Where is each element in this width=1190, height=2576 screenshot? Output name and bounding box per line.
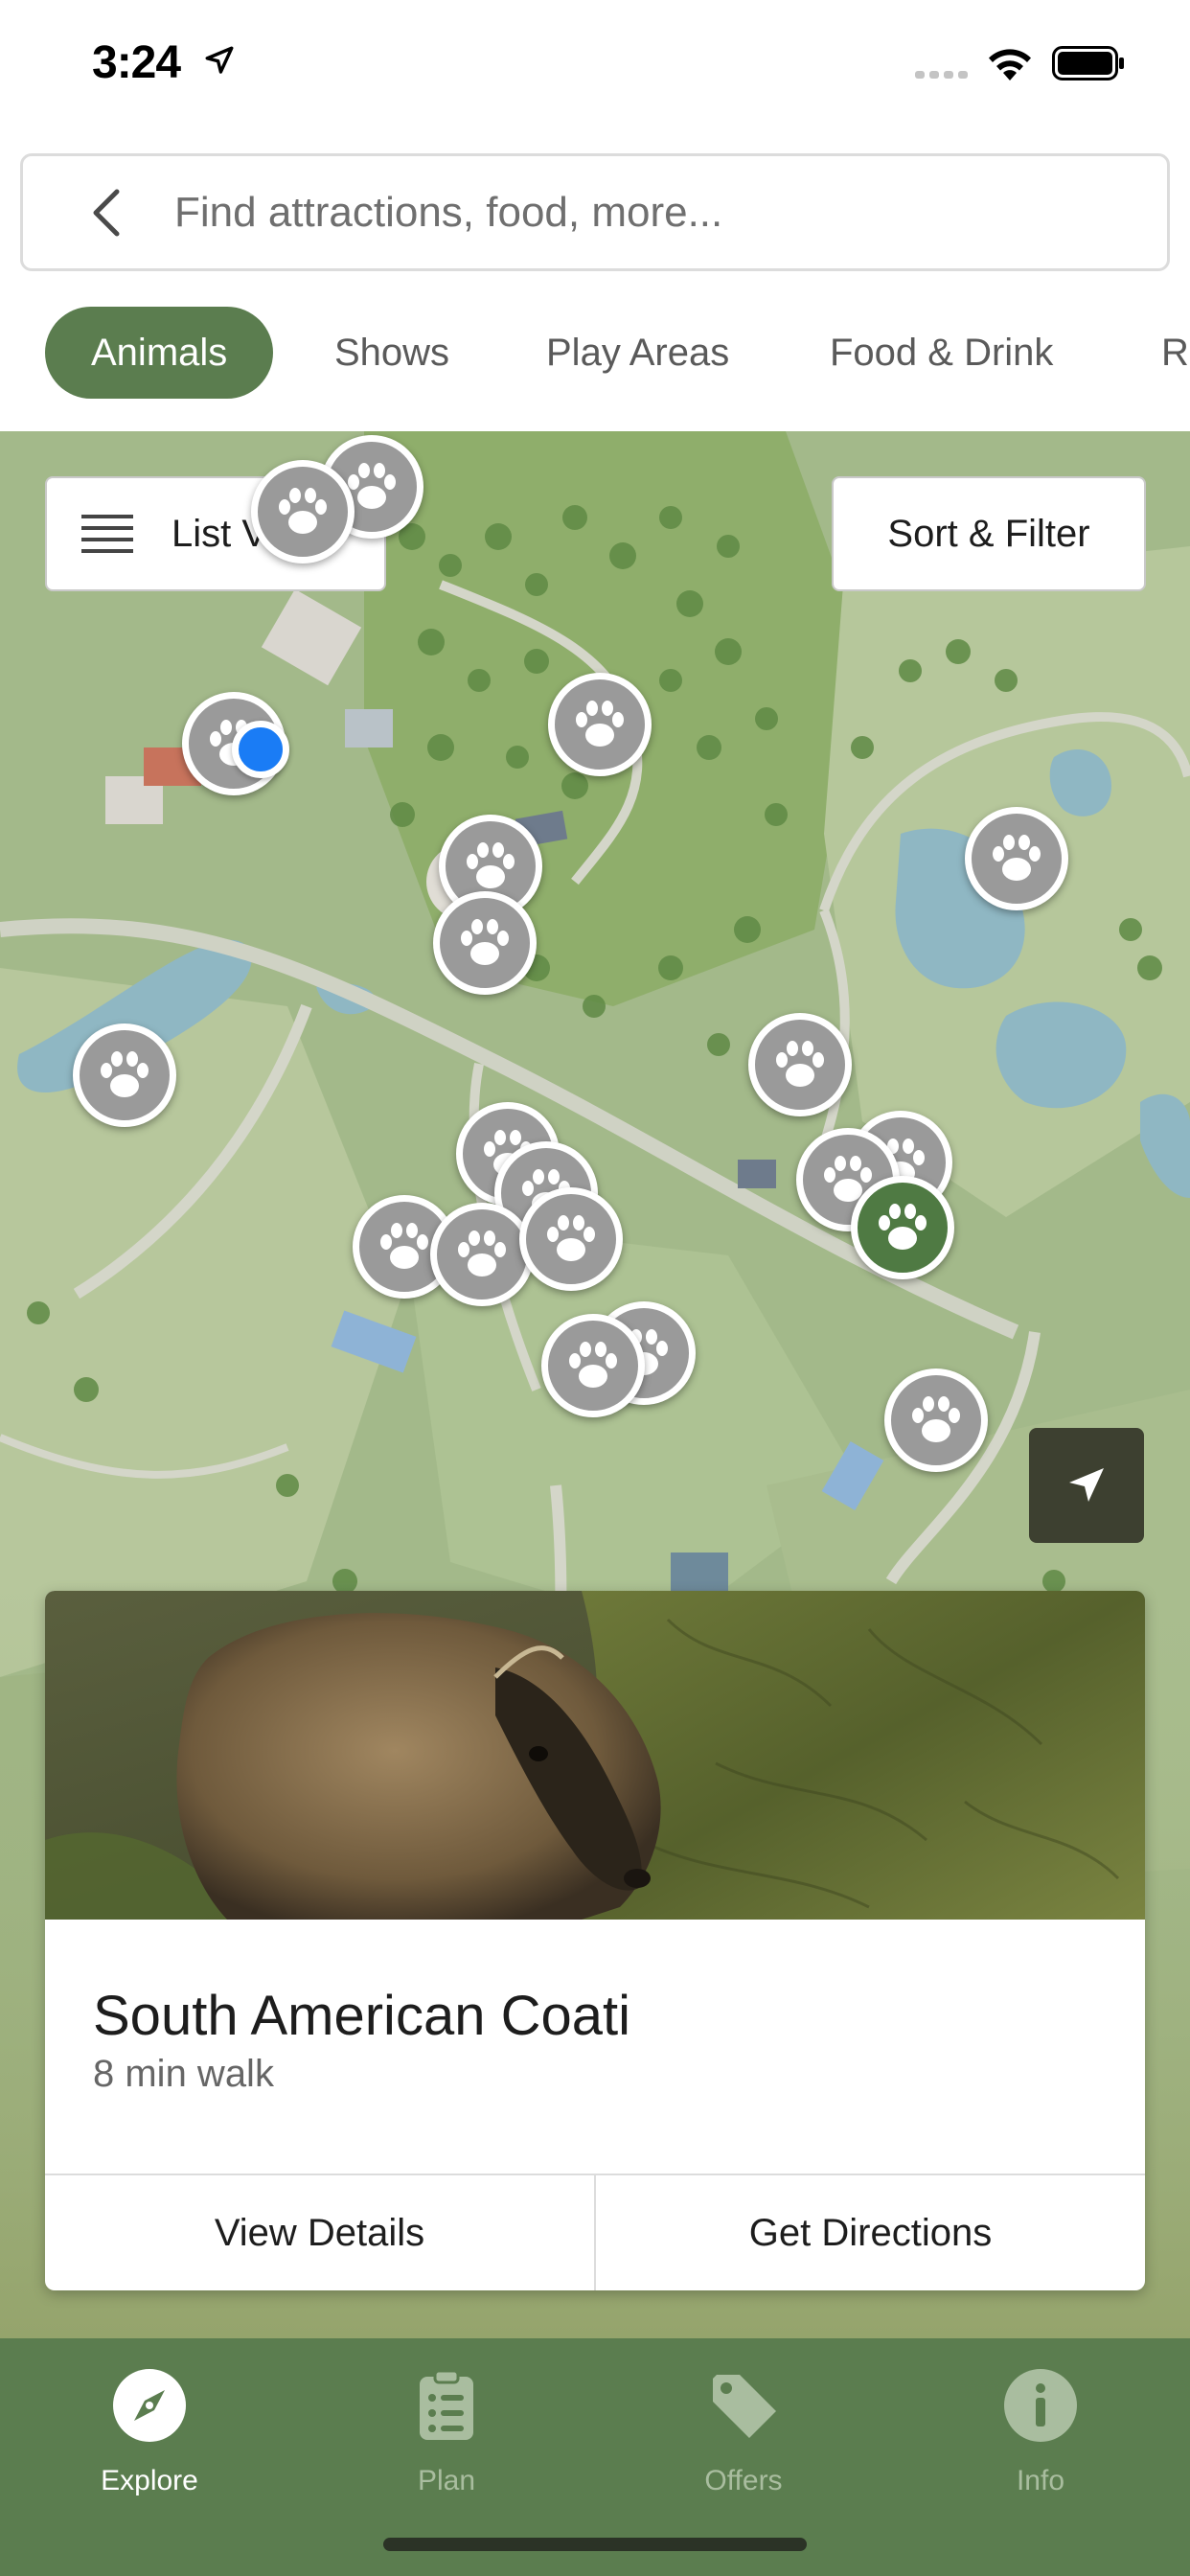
get-directions-button[interactable]: Get Directions [594,2175,1145,2290]
tab-plan[interactable]: Plan [332,2356,561,2518]
paw-icon [912,1396,960,1442]
paw-icon [467,842,515,888]
attraction-card[interactable]: South American Coati 8 min walk View Det… [45,1591,1145,2290]
info-icon [1004,2369,1077,2442]
animal-marker[interactable] [548,673,652,776]
home-indicator [383,2538,807,2551]
animal-marker[interactable] [748,1013,852,1116]
animal-marker[interactable] [433,891,537,995]
card-actions: View Details Get Directions [45,2174,1145,2290]
attraction-title: South American Coati [93,1985,630,2047]
paw-icon [101,1051,149,1097]
category-chip-animals[interactable]: Animals [45,307,274,399]
coati-photo [45,1591,1145,1920]
list-icon [81,515,133,553]
animal-marker[interactable] [541,1314,645,1417]
animal-marker[interactable] [884,1368,988,1472]
tab-plan-label: Plan [417,2465,476,2496]
category-chip-food-drink[interactable]: Food & Drink [830,307,1053,399]
walk-time: 8 min walk [93,2053,274,2095]
tab-explore[interactable]: Explore [34,2356,264,2518]
paw-icon [547,1215,595,1261]
paw-icon [569,1342,617,1388]
tag-icon [713,2375,776,2438]
paw-icon [576,701,624,747]
tab-info[interactable]: Info [926,2356,1156,2518]
paw-icon [380,1223,428,1269]
category-filter-bar: Animals Shows Play Areas Food & Drink Re [0,288,1190,431]
cellular-signal-icon [915,71,968,79]
category-chip-partial[interactable]: Re [1161,307,1190,399]
sort-filter-label: Sort & Filter [887,512,1090,555]
status-time: 3:24 [92,37,181,88]
tab-offers[interactable]: Offers [629,2356,858,2518]
view-details-button[interactable]: View Details [45,2175,594,2290]
tab-explore-label: Explore [101,2465,198,2496]
animal-marker[interactable] [73,1024,176,1127]
paw-icon [458,1230,506,1276]
tab-offers-label: Offers [704,2465,783,2496]
location-arrow-icon [205,46,234,74]
sort-filter-button[interactable]: Sort & Filter [832,476,1146,591]
animal-marker[interactable] [251,460,355,564]
navigation-arrow-icon [1069,1468,1104,1502]
paw-icon [879,1204,927,1250]
paw-icon [776,1041,824,1087]
compass-icon [113,2369,186,2442]
paw-icon [461,919,509,965]
wifi-icon [989,49,1031,80]
battery-icon [1052,46,1124,80]
paw-icon [279,488,327,534]
back-chevron-icon[interactable] [80,184,138,242]
animal-marker[interactable] [965,807,1068,910]
search-bar[interactable] [20,153,1170,271]
clipboard-list-icon [420,2369,473,2440]
paw-icon [993,835,1041,881]
animal-marker[interactable] [519,1187,623,1291]
category-chip-shows[interactable]: Shows [334,307,449,399]
category-chip-play-areas[interactable]: Play Areas [546,307,729,399]
animal-marker[interactable] [430,1203,534,1306]
user-location-dot [232,721,289,778]
locate-me-button[interactable] [1029,1428,1144,1543]
tab-info-label: Info [1016,2465,1065,2496]
selected-animal-marker[interactable] [851,1176,954,1279]
search-input[interactable] [174,188,1037,237]
status-bar: 3:24 [0,0,1190,134]
